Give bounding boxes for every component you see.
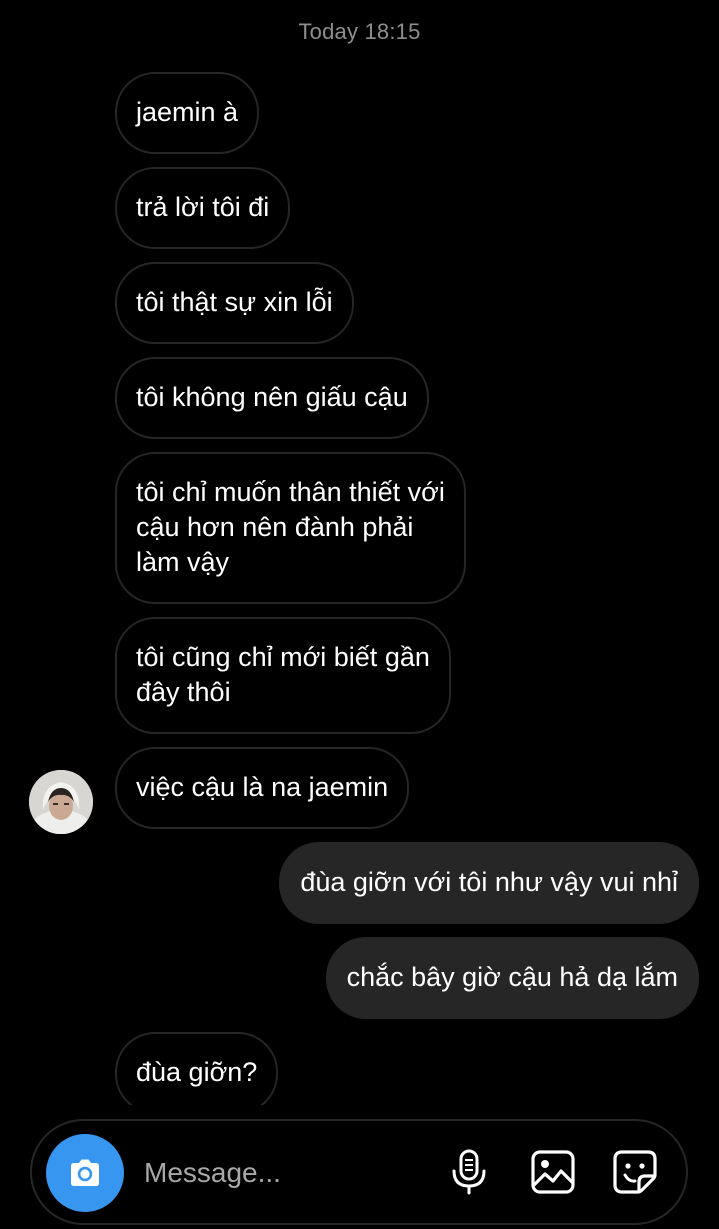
- message-thread[interactable]: Today 18:15 jaemin à trả lời tôi đi tôi …: [0, 0, 719, 1105]
- message-bubble-outgoing[interactable]: chắc bây giờ cậu hả dạ lắm: [325, 937, 699, 1019]
- thread-timestamp: Today 18:15: [298, 19, 421, 44]
- camera-button[interactable]: [46, 1134, 124, 1212]
- message-bubble-incoming[interactable]: jaemin à: [115, 72, 260, 154]
- sender-avatar[interactable]: [29, 770, 93, 834]
- sticker-button[interactable]: [610, 1147, 660, 1197]
- message-bubble-incoming[interactable]: trả lời tôi đi: [115, 167, 291, 249]
- message-composer: [30, 1119, 688, 1225]
- camera-icon: [71, 1159, 99, 1186]
- gallery-button[interactable]: [528, 1147, 578, 1197]
- message-bubble-incoming[interactable]: tôi chỉ muốn thân thiết với cậu hơn nên …: [115, 452, 466, 604]
- message-bubble-incoming[interactable]: việc cậu là na jaemin: [115, 747, 410, 829]
- voice-message-button[interactable]: [444, 1147, 494, 1197]
- message-bubble-incoming[interactable]: đùa giỡn?: [115, 1032, 279, 1105]
- message-bubble-incoming[interactable]: tôi không nên giấu cậu: [115, 357, 429, 439]
- microphone-icon: [452, 1149, 486, 1195]
- message-bubble-incoming[interactable]: tôi cũng chỉ mới biết gần đây thôi: [115, 617, 451, 734]
- message-input[interactable]: [144, 1148, 434, 1198]
- sticker-icon: [613, 1150, 657, 1194]
- image-icon: [531, 1150, 575, 1194]
- avatar-photo: [29, 770, 93, 834]
- message-bubble-outgoing[interactable]: đùa giỡn với tôi như vậy vui nhỉ: [279, 842, 699, 924]
- message-bubble-incoming[interactable]: tôi thật sự xin lỗi: [115, 262, 354, 344]
